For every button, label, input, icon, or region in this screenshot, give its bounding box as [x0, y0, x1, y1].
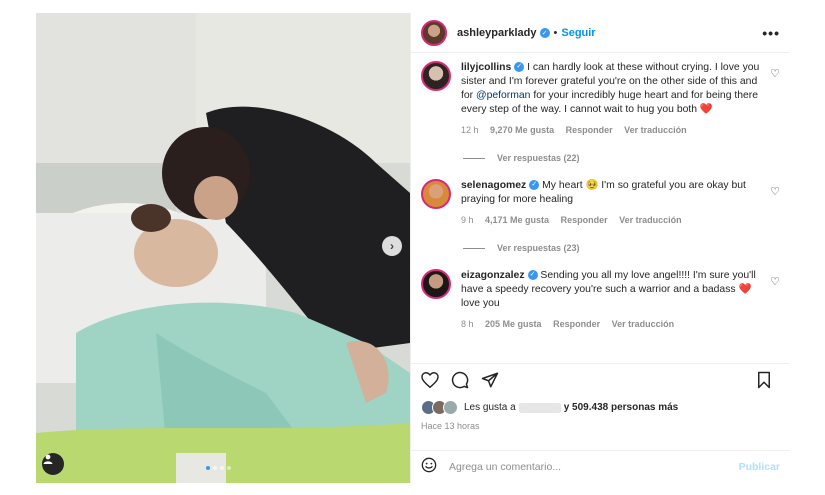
carousel-indicator	[206, 466, 231, 470]
comment-icon[interactable]	[451, 371, 469, 394]
view-replies-button[interactable]: Ver respuestas (23)	[463, 243, 780, 253]
like-comment-heart-icon[interactable]: ♡	[770, 67, 780, 80]
comment-meta: 12 h 9,270 Me gusta Responder Ver traduc…	[461, 123, 761, 137]
verified-badge-icon: ✓	[514, 62, 525, 73]
comment-time: 12 h	[461, 125, 479, 135]
comment-time: 8 h	[461, 319, 474, 329]
reply-button[interactable]: Responder	[566, 125, 613, 135]
comment-likes[interactable]: 4,171 Me gusta	[485, 215, 549, 225]
comments-list: lilyjcollins ✓ I can hardly look at these…	[411, 53, 790, 331]
commenter-username[interactable]: eizagonzalez	[461, 270, 525, 281]
author-username[interactable]: ashleyparklady	[457, 27, 537, 39]
like-comment-heart-icon[interactable]: ♡	[770, 185, 780, 198]
replies-divider	[463, 157, 485, 159]
carousel-dot	[220, 466, 224, 470]
blurred-username	[518, 402, 561, 413]
likes-prefix: Les gusta a	[464, 402, 516, 413]
emoji-picker-icon[interactable]	[421, 457, 437, 478]
likes-count[interactable]: y 509.438 personas más	[564, 402, 679, 413]
commenter-avatar[interactable]	[421, 269, 451, 299]
comment-time: 9 h	[461, 215, 474, 225]
translate-button[interactable]: Ver traducción	[624, 125, 687, 135]
hospital-photo-illustration	[36, 13, 410, 483]
action-icons-row	[421, 364, 780, 400]
comment-item: lilyjcollins ✓ I can hardly look at these…	[421, 61, 780, 137]
commenter-avatar[interactable]	[421, 179, 451, 209]
verified-badge-icon: ✓	[529, 180, 540, 191]
publish-button[interactable]: Publicar	[739, 461, 780, 473]
comment-meta: 8 h 205 Me gusta Responder Ver traducció…	[461, 317, 761, 331]
post-timestamp: Hace 13 horas	[421, 421, 480, 431]
post-header: ashleyparklady ✓ • Seguir •••	[411, 13, 790, 53]
reply-button[interactable]: Responder	[553, 319, 600, 329]
more-icon[interactable]: •••	[762, 25, 780, 41]
like-heart-icon[interactable]	[421, 371, 439, 393]
comment-meta: 9 h 4,171 Me gusta Responder Ver traducc…	[461, 213, 761, 227]
carousel-dot	[227, 466, 231, 470]
commenter-username[interactable]: lilyjcollins	[461, 62, 511, 73]
post-photo[interactable]: ›	[36, 13, 410, 483]
comment-likes[interactable]: 205 Me gusta	[485, 319, 542, 329]
translate-button[interactable]: Ver traducción	[619, 215, 682, 225]
view-replies-label: Ver respuestas (22)	[497, 153, 580, 163]
author-avatar[interactable]	[421, 19, 447, 46]
liker-avatar	[443, 400, 458, 415]
comment-input[interactable]	[447, 460, 739, 474]
user-tag-icon[interactable]	[42, 453, 64, 475]
post-side-panel: ashleyparklady ✓ • Seguir ••• lilyjcolli…	[410, 13, 790, 483]
commenter-avatar[interactable]	[421, 61, 451, 91]
post-actions: Les gusta a y 509.438 personas más Hace …	[411, 363, 790, 431]
instagram-post-frame: › ashleyparklady ✓ • Seguir ••• lilyjcol…	[36, 13, 790, 483]
like-comment-heart-icon[interactable]: ♡	[770, 275, 780, 288]
comment-composer: Publicar	[411, 450, 790, 483]
liker-avatars	[421, 400, 458, 415]
replies-divider	[463, 247, 485, 249]
verified-badge-icon: ✓	[527, 270, 538, 281]
verified-badge-icon: ✓	[539, 27, 550, 38]
translate-button[interactable]: Ver traducción	[612, 319, 675, 329]
bookmark-icon[interactable]	[756, 371, 772, 394]
carousel-dot-active	[206, 466, 210, 470]
likes-summary[interactable]: Les gusta a y 509.438 personas más	[421, 400, 780, 415]
share-icon[interactable]	[481, 371, 499, 394]
carousel-dot	[213, 466, 217, 470]
next-photo-button[interactable]: ›	[382, 236, 402, 256]
person-icon	[43, 454, 53, 464]
comment-likes[interactable]: 9,270 Me gusta	[490, 125, 554, 135]
comment-mention[interactable]: @peforman	[476, 90, 530, 101]
comment-item: eizagonzalez ✓ Sending you all my love an…	[421, 269, 780, 331]
reply-button[interactable]: Responder	[561, 215, 608, 225]
view-replies-label: Ver respuestas (23)	[497, 243, 580, 253]
follow-button[interactable]: Seguir	[561, 27, 595, 39]
header-separator: •	[553, 26, 558, 39]
commenter-username[interactable]: selenagomez	[461, 180, 526, 191]
comment-item: selenagomez ✓ My heart 🥹 I'm so grateful …	[421, 179, 780, 227]
view-replies-button[interactable]: Ver respuestas (22)	[463, 153, 780, 163]
